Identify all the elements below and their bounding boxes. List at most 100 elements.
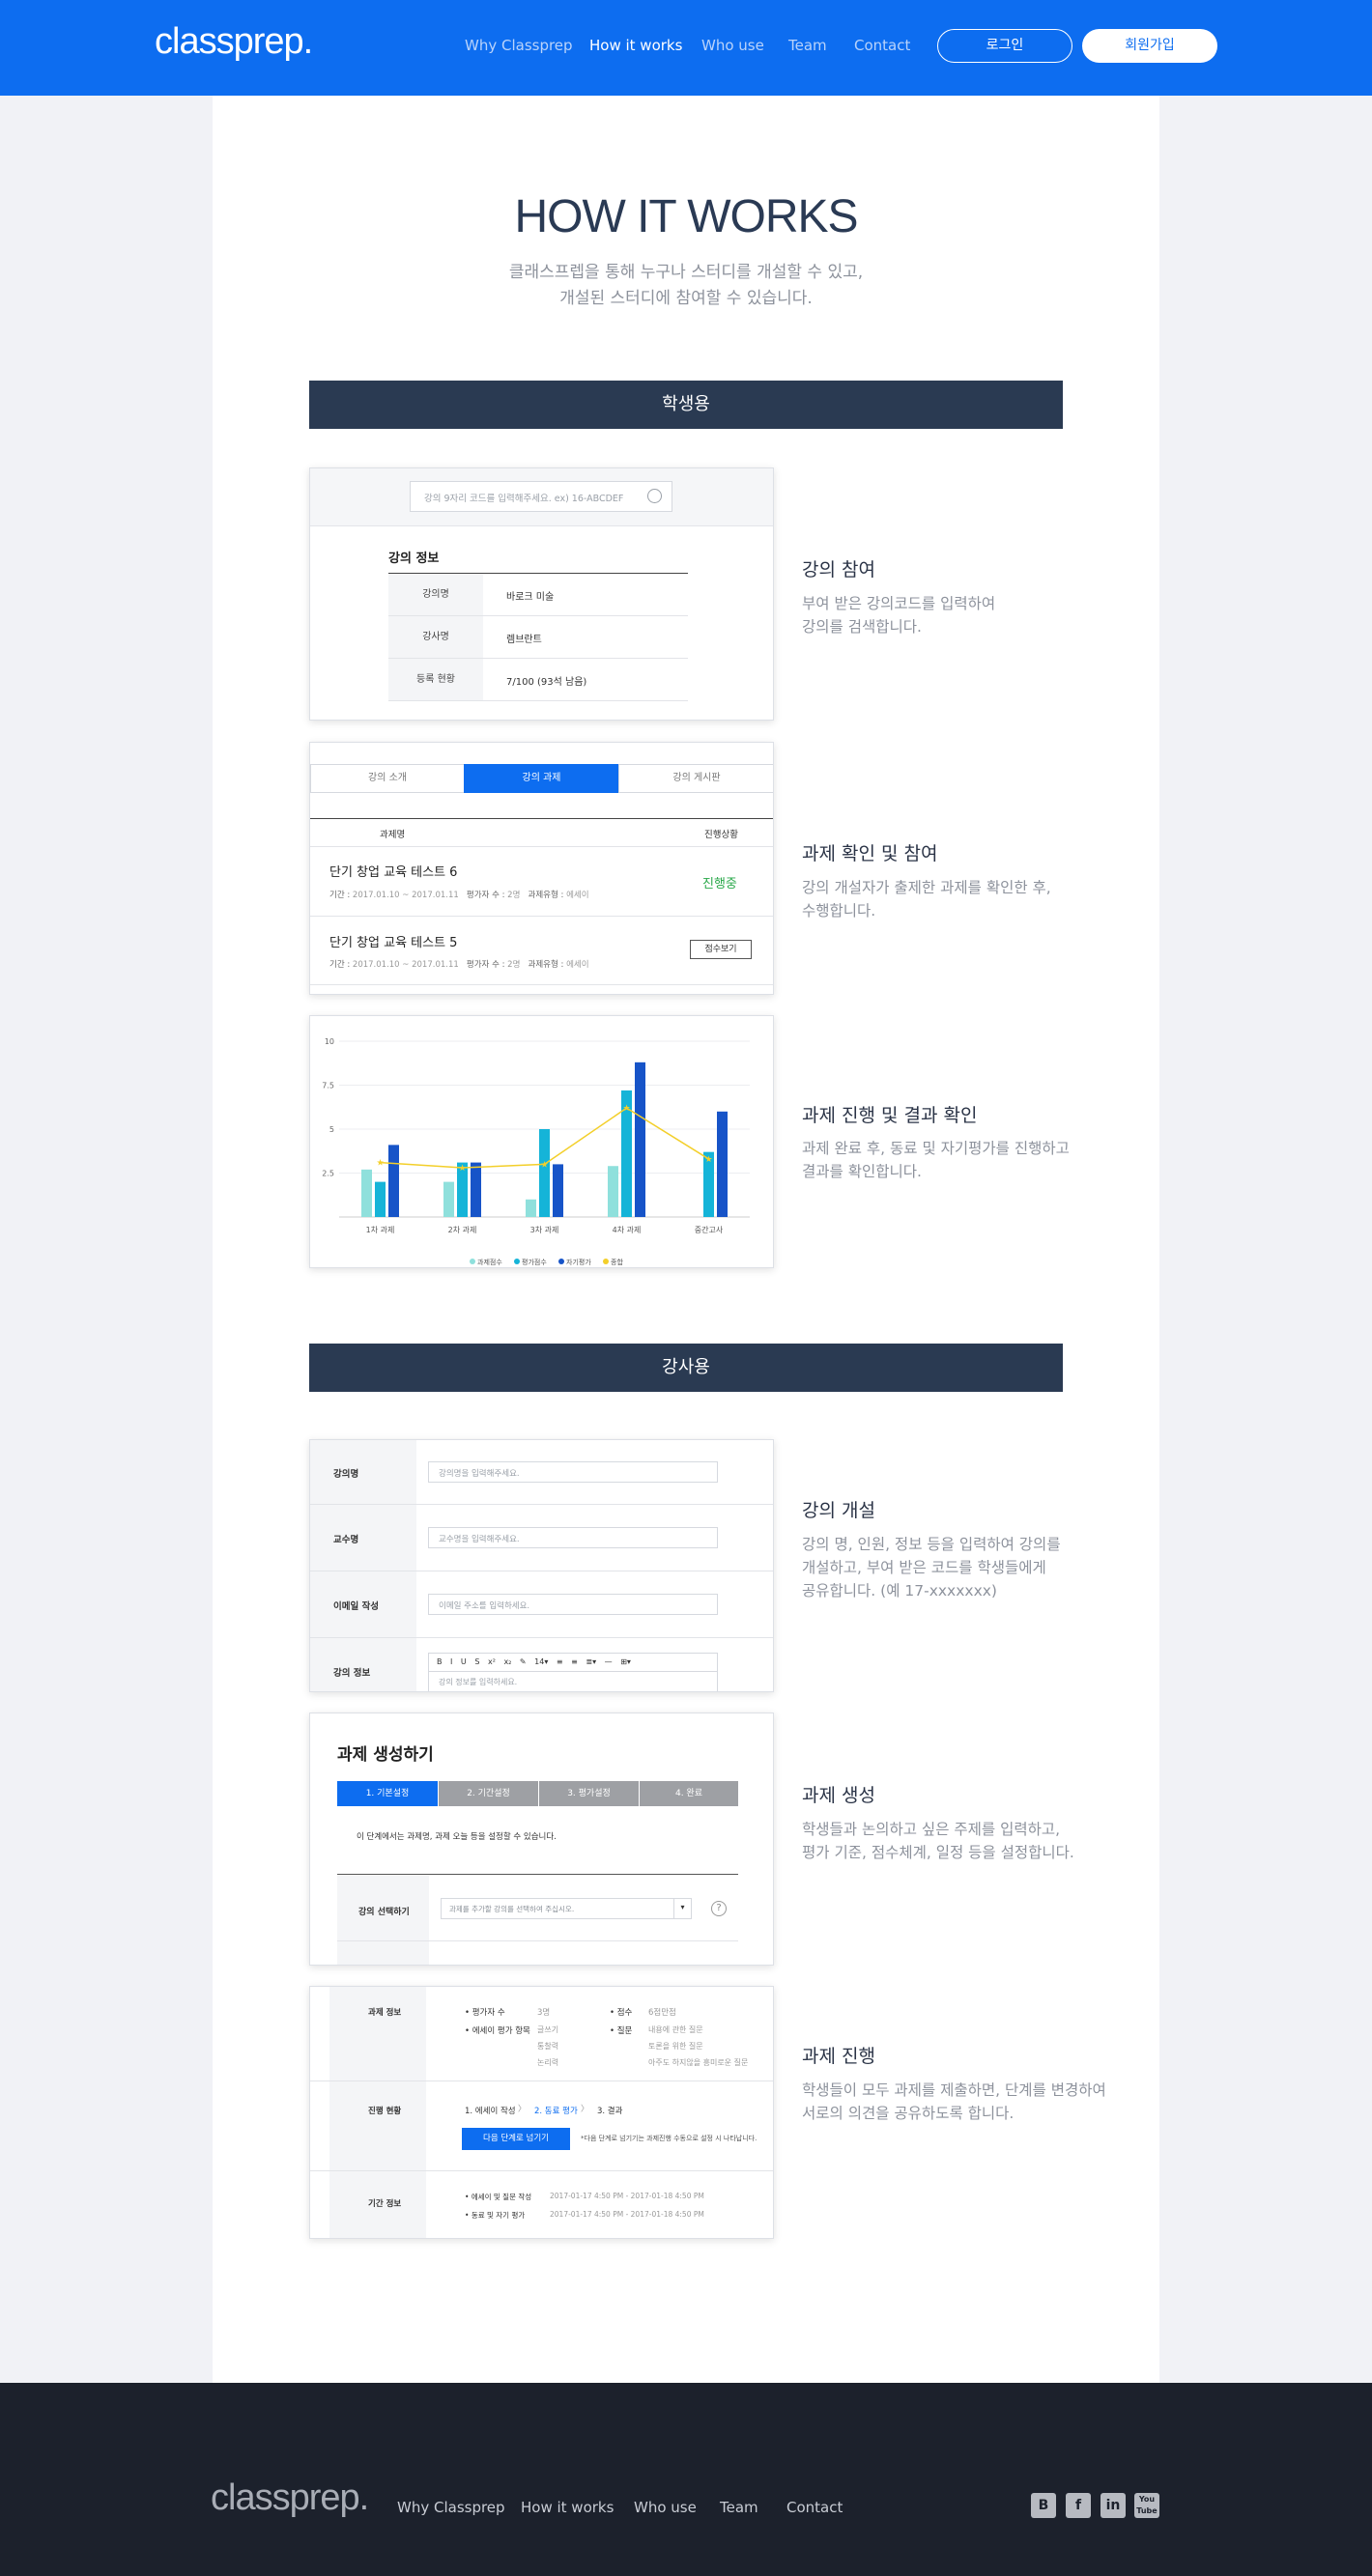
blogger-icon[interactable]: B (1031, 2493, 1056, 2518)
feature-desc-progress: 학생들이 모두 과제를 제출하면, 단계를 변경하여 서로의 의견을 공유하도록… (802, 2081, 1106, 2122)
email-field[interactable]: 이메일 주소를 입력하세요. (428, 1594, 718, 1615)
x-tick-label: 1차 과제 (366, 1226, 395, 1234)
footer-logo[interactable]: classprep. (211, 2477, 369, 2519)
y-tick-label: 2.5 (322, 1170, 334, 1178)
feature-desc-results: 과제 완료 후, 동료 및 자기평가를 진행하고 결과를 확인합니다. (802, 1140, 1070, 1180)
step-result: 3. 결과 (597, 2107, 623, 2116)
view-score-button[interactable]: 점수보기 (690, 940, 752, 959)
bar-과제점수 (361, 1169, 372, 1217)
x-tick-label: 2차 과제 (448, 1226, 477, 1234)
feature-desc-create-assignment: 학생들과 논의하고 싶은 주제를 입력하고, 평가 기준, 점수체계, 일정 등… (802, 1821, 1074, 1861)
period-row: 기간 정보 • 에세이 및 질문 작성 2017-01-17 4:50 PM -… (368, 2192, 704, 2220)
footer (0, 2383, 1372, 2576)
feature-title-assignments: 과제 확인 및 참여 (802, 843, 938, 864)
step-complete[interactable]: 4. 완료 (640, 1781, 738, 1806)
nav-team[interactable]: Team (788, 37, 827, 54)
form-row: 강의명 강의명을 입력해주세요. (310, 1440, 773, 1505)
table-row[interactable]: 단기 창업 교육 테스트 5 기간 : 2017.01.10 ~ 2017.01… (310, 918, 773, 985)
logo[interactable]: classprep. (155, 21, 313, 63)
assignment-progress-card: 과제 정보 • 평가자 수 3명 • 점수 6점만점 • 에세이 평가 항목 글… (309, 1986, 774, 2239)
chevron-down-icon[interactable]: ▾ (673, 1899, 691, 1918)
teachers-section-bar: 강사용 (309, 1344, 1063, 1392)
course-name-input[interactable]: 강의명을 입력해주세요. (428, 1461, 718, 1483)
search-icon[interactable] (647, 489, 662, 503)
page-title: HOW IT WORKS (514, 191, 858, 242)
signup-button[interactable]: 회원가입 (1082, 29, 1217, 63)
line-point: ★ (622, 1104, 630, 1114)
bar-평가점수 (375, 1181, 386, 1217)
feature-title-progress: 과제 진행 (802, 2046, 875, 2067)
hero-subtitle-1: 클래스프렙을 통해 누구나 스터디를 개설할 수 있고, (508, 263, 864, 282)
course-info-title: 강의 정보 (388, 552, 440, 566)
footer-nav-contact[interactable]: Contact (786, 2499, 843, 2516)
main-content: HOW IT WORKS 클래스프렙을 통해 누구나 스터디를 개설할 수 있고… (213, 96, 1159, 2383)
footer-nav-how-it-works[interactable]: How it works (521, 2499, 614, 2516)
step-essay: 1. 에세이 작성 (465, 2107, 516, 2116)
feature-title-create-assignment: 과제 생성 (802, 1785, 875, 1806)
legend-marker (514, 1259, 520, 1264)
tab-course-assignments[interactable]: 강의 과제 (464, 764, 619, 793)
nav-why-classprep[interactable]: Why Classprep (465, 37, 573, 54)
assignment-list-card: 강의 소개 강의 과제 강의 게시판 과제명 진행상황 단기 창업 교육 테스트… (309, 742, 774, 995)
table-row: 강의명 바로크 미술 (388, 574, 688, 616)
linkedin-icon[interactable]: in (1100, 2493, 1126, 2518)
feature-title-join: 강의 참여 (802, 559, 875, 580)
legend-marker (603, 1259, 609, 1264)
assignment-create-card: 과제 생성하기 1. 기본설정 2. 기간설정 3. 평가설정 4. 완료 이 … (309, 1713, 774, 1966)
assignment-info-row: 과제 정보 • 평가자 수 3명 • 점수 6점만점 • 에세이 평가 항목 글… (310, 1987, 773, 2081)
table-row: 강사명 렘브란트 (388, 616, 688, 659)
course-select[interactable]: 과제를 추가할 강의를 선택하여 주십시오. ▾ (441, 1898, 692, 1919)
course-info-table: 강의명 바로크 미술 강사명 렘브란트 등록 현황 7/100 (93석 남음) (388, 573, 688, 701)
footer-nav-team[interactable]: Team (720, 2499, 758, 2516)
step-basic-settings[interactable]: 1. 기본설정 (337, 1781, 438, 1806)
form-row: 이메일 작성 이메일 주소를 입력하세요. (310, 1571, 773, 1638)
step-peer-review: 2. 동료 평가 (534, 2107, 578, 2116)
legend-label: 평가점수 (522, 1258, 547, 1266)
bar-자기평가 (471, 1162, 481, 1217)
bar-과제점수 (608, 1166, 618, 1217)
facebook-icon[interactable]: f (1066, 2493, 1091, 2518)
legend-marker (558, 1259, 564, 1264)
line-point: ★ (704, 1155, 712, 1165)
y-tick-label: 5 (329, 1125, 334, 1134)
professor-name-input[interactable]: 교수명을 입력해주세요. (428, 1527, 718, 1548)
table-row[interactable]: 단기 창업 교육 테스트 6 기간 : 2017.01.10 ~ 2017.01… (310, 847, 773, 917)
course-search-card: 강의 9자리 코드를 입력해주세요. ex) 16-ABCDEF 강의 정보 강… (309, 467, 774, 721)
legend-label: 과제점수 (477, 1258, 502, 1266)
course-info-textarea[interactable]: 강의 정보를 입력하세요. (428, 1672, 718, 1691)
feature-desc-join: 부여 받은 강의코드를 입력하여 강의를 검색합니다. (802, 595, 996, 636)
tab-course-board[interactable]: 강의 게시판 (618, 764, 773, 793)
y-tick-label: 7.5 (322, 1082, 334, 1090)
footer-nav-who-use[interactable]: Who use (634, 2499, 697, 2516)
editor-toolbar: B I U S x² x₂ ✎ 14▾ ≡ ≡ ≣▾ — ⊞▾ (428, 1653, 718, 1672)
results-chart: 10 7.5 5 2.5 1차 과제 2차 과제 3차 과제 4차 과제 중간고사 ★ ★ ★ ★ ★ 과제… (322, 1037, 750, 1266)
assignment-table-header: 과제명 진행상황 (310, 818, 773, 847)
bar-자기평가 (717, 1111, 728, 1217)
step-evaluation-settings[interactable]: 3. 평가설정 (539, 1781, 639, 1806)
legend-label: 자기평가 (566, 1258, 591, 1266)
search-input[interactable]: 강의 9자리 코드를 입력해주세요. ex) 16-ABCDEF (410, 481, 672, 512)
table-row: 등록 현황 7/100 (93석 남음) (388, 659, 688, 701)
form-row: 강의 정보 B I U S x² x₂ ✎ 14▾ ≡ ≡ ≣▾ — ⊞▾ 강의… (310, 1638, 773, 1691)
bar-과제점수 (526, 1199, 536, 1217)
nav-contact[interactable]: Contact (854, 37, 910, 54)
youtube-icon[interactable]: You Tube (1134, 2493, 1159, 2518)
login-button[interactable]: 로그인 (937, 29, 1072, 63)
x-tick-label: 3차 과제 (530, 1226, 559, 1234)
line-point: ★ (458, 1164, 466, 1174)
bar-과제점수 (443, 1181, 454, 1217)
status-badge: 진행중 (702, 877, 737, 892)
feature-desc-create-course: 강의 명, 인원, 정보 등을 입력하여 강의를 개설하고, 부여 받은 코드를… (802, 1536, 1061, 1599)
nav-who-use[interactable]: Who use (701, 37, 764, 54)
nav-how-it-works[interactable]: How it works (589, 37, 682, 54)
tab-course-intro[interactable]: 강의 소개 (310, 764, 465, 793)
help-icon[interactable]: ? (711, 1901, 727, 1916)
course-create-card: 강의명 강의명을 입력해주세요. 교수명 교수명을 입력해주세요. 이메일 작성… (309, 1439, 774, 1692)
line-point: ★ (376, 1159, 384, 1169)
top-header: classprep. Why Classprep How it works Wh… (0, 0, 1372, 96)
step-period-settings[interactable]: 2. 기간설정 (439, 1781, 538, 1806)
feature-title-create-course: 강의 개설 (802, 1500, 875, 1521)
footer-nav-why-classprep[interactable]: Why Classprep (397, 2499, 505, 2516)
x-tick-label: 중간고사 (695, 1225, 724, 1234)
next-step-button[interactable]: 다음 단계로 넘기기 (462, 2128, 570, 2150)
